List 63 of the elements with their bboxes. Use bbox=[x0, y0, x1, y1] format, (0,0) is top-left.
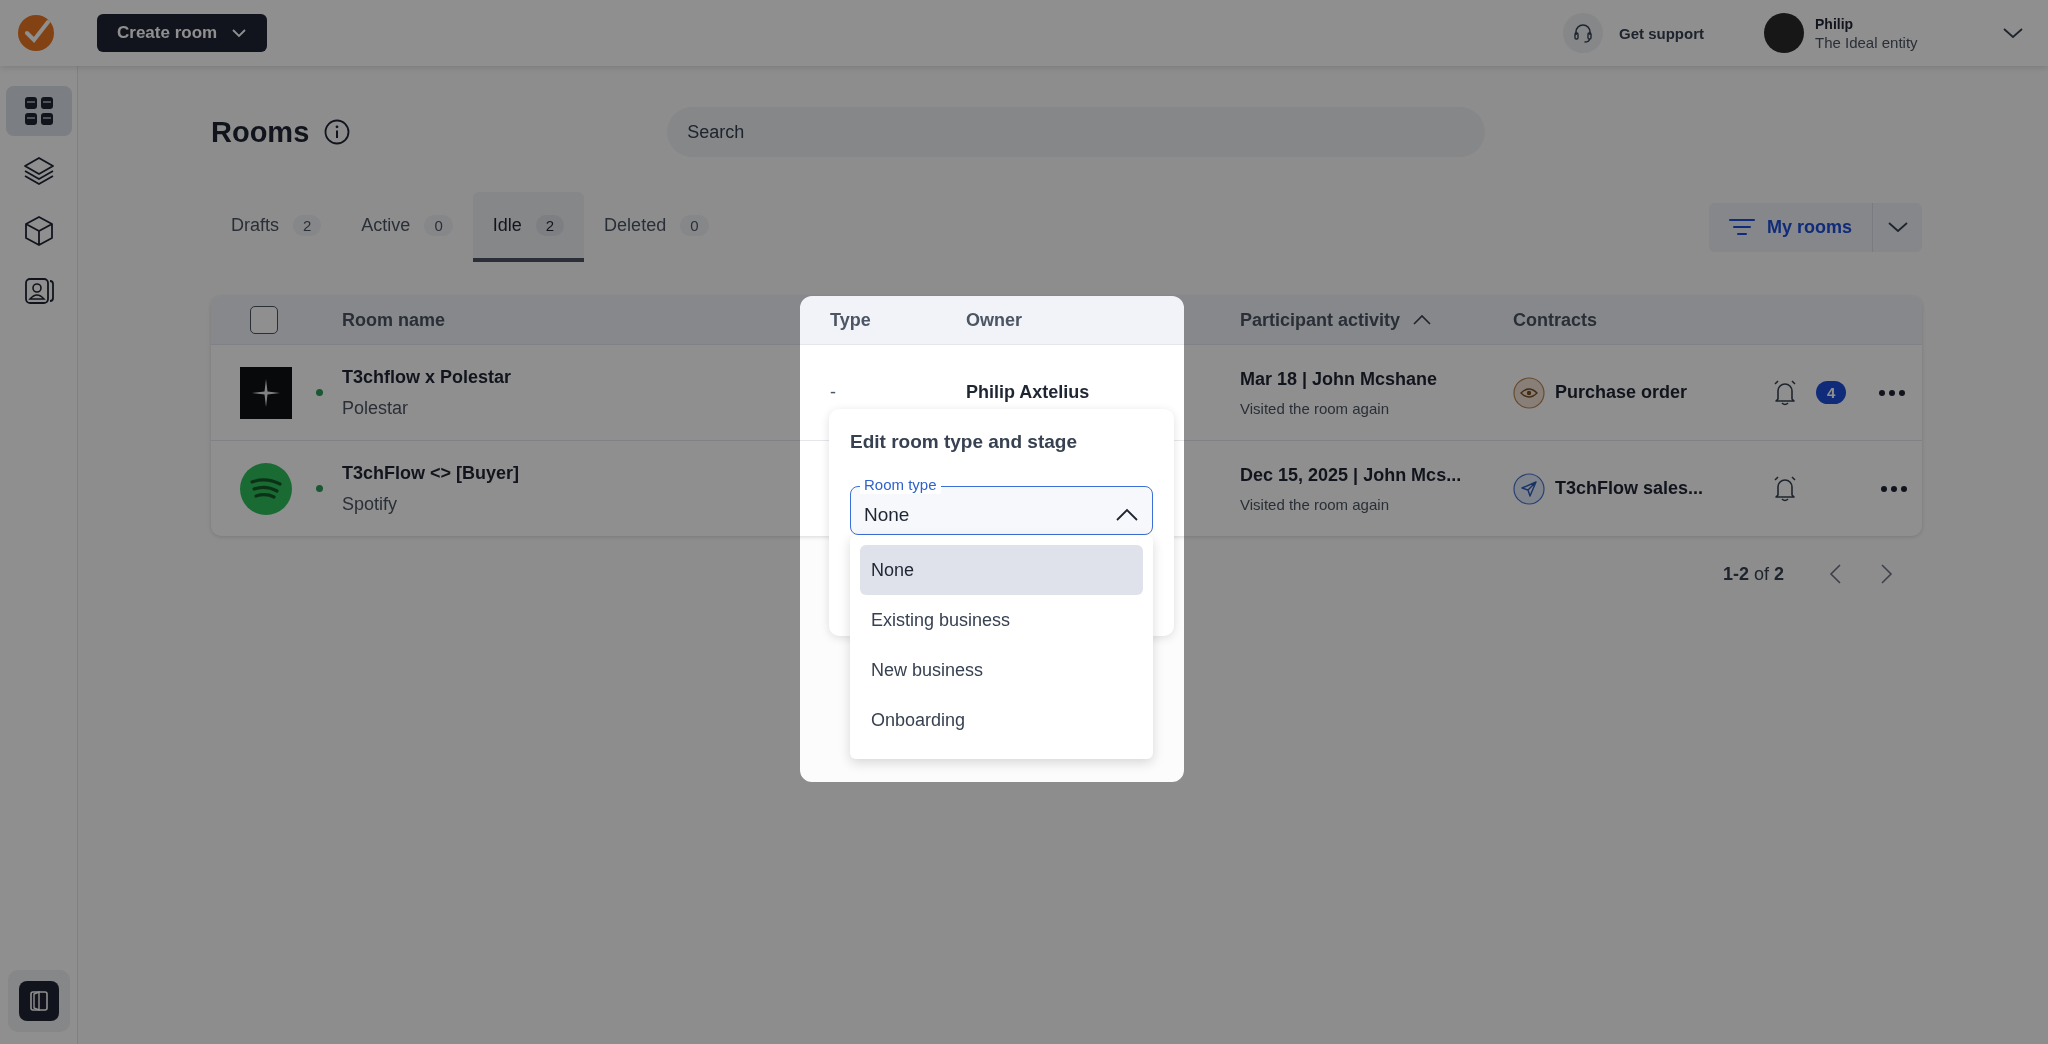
tab[interactable]: Idle 2 bbox=[472, 192, 585, 262]
sidebar-item[interactable] bbox=[5, 86, 72, 136]
wave-logo-icon bbox=[240, 462, 292, 515]
select-all-checkbox[interactable] bbox=[250, 306, 278, 334]
column-header[interactable]: Type bbox=[830, 309, 871, 331]
tab[interactable]: Drafts 2 bbox=[211, 192, 342, 262]
room-name[interactable]: T3chflow x Polestar bbox=[342, 366, 512, 388]
dropdown-option[interactable]: New business bbox=[860, 645, 1143, 695]
star-logo-icon bbox=[240, 366, 292, 419]
panel-toggle-button[interactable] bbox=[18, 981, 59, 1021]
column-header[interactable]: Participant activity bbox=[1240, 309, 1401, 331]
more-options-icon[interactable] bbox=[1878, 388, 1907, 397]
filter-icon bbox=[1728, 217, 1755, 237]
contract-name[interactable]: T3chFlow sales... bbox=[1555, 478, 1704, 499]
check-logo-icon bbox=[16, 13, 56, 53]
more-options-icon[interactable] bbox=[1880, 484, 1908, 493]
door-icon bbox=[27, 990, 50, 1012]
chevron-up-icon bbox=[1115, 507, 1139, 522]
notification-count: 4 bbox=[1816, 381, 1847, 404]
room-type: - bbox=[830, 382, 836, 403]
company-name: Polestar bbox=[342, 397, 409, 419]
activity-detail: Visited the room again bbox=[1240, 495, 1389, 513]
activity-detail: Visited the room again bbox=[1240, 399, 1389, 417]
chevron-down-icon bbox=[1886, 221, 1909, 233]
dropdown-option[interactable]: Onboarding bbox=[860, 695, 1143, 745]
column-header[interactable]: Room name bbox=[342, 309, 446, 331]
headset-icon bbox=[1563, 13, 1603, 53]
column-header[interactable]: Owner bbox=[966, 309, 1022, 331]
send-icon bbox=[1513, 472, 1545, 505]
page-title: Rooms bbox=[211, 115, 310, 149]
dropdown-option[interactable]: None bbox=[860, 545, 1143, 595]
grid-icon bbox=[23, 96, 54, 126]
caret-icon bbox=[231, 28, 248, 38]
pagination-range: 1-2 of 2 bbox=[1722, 563, 1784, 585]
cube-icon bbox=[23, 215, 54, 247]
info-icon[interactable] bbox=[324, 119, 351, 145]
chevron-down-icon[interactable] bbox=[2002, 27, 2024, 39]
chevron-right-icon[interactable] bbox=[1880, 563, 1894, 585]
user-organization: The Ideal entity bbox=[1815, 33, 1919, 51]
owner-name: Philip Axtelius bbox=[966, 382, 1090, 403]
dropdown-option[interactable]: Existing business bbox=[860, 595, 1143, 645]
get-support-button[interactable]: Get support bbox=[1563, 13, 1704, 53]
search-field[interactable]: Search bbox=[667, 107, 1486, 157]
sort-ascending-icon[interactable] bbox=[1412, 314, 1433, 326]
contact-card-icon bbox=[23, 277, 54, 305]
chevron-left-icon[interactable] bbox=[1828, 563, 1842, 585]
company-name: Spotify bbox=[342, 493, 398, 515]
contract-name[interactable]: Purchase order bbox=[1555, 382, 1688, 403]
tab[interactable]: Deleted 0 bbox=[584, 192, 729, 262]
tab[interactable]: Active 0 bbox=[341, 192, 473, 262]
create-room-button[interactable]: Create room bbox=[97, 14, 268, 52]
bell-icon[interactable] bbox=[1772, 474, 1798, 503]
card-title: Edit room type and stage bbox=[850, 431, 1078, 453]
eye-icon bbox=[1513, 376, 1545, 409]
room-name[interactable]: T3chFlow <> [Buyer] bbox=[342, 462, 520, 484]
activity-summary: Mar 18 | John Mcshane bbox=[1240, 368, 1438, 390]
activity-summary: Dec 15, 2025 | John Mcs... bbox=[1240, 464, 1462, 486]
user-name: Philip bbox=[1815, 15, 1855, 32]
avatar[interactable] bbox=[1764, 13, 1804, 53]
room-type-select[interactable]: Room type None bbox=[850, 476, 1153, 535]
bell-icon[interactable] bbox=[1772, 378, 1798, 407]
column-header[interactable]: Contracts bbox=[1513, 309, 1597, 331]
layers-icon bbox=[22, 156, 55, 186]
